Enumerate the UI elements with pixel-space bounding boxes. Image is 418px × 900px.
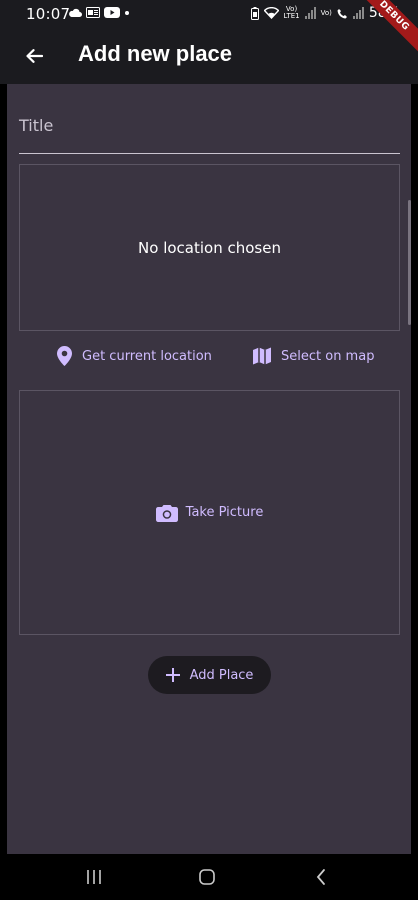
battery-saver-icon (250, 6, 259, 20)
signal-icon (304, 7, 316, 19)
system-nav-bar (0, 854, 418, 900)
back-button[interactable] (18, 40, 50, 72)
take-picture-button[interactable]: Take Picture (155, 504, 264, 522)
page-title: Add new place (78, 41, 233, 66)
recent-apps-button[interactable] (74, 862, 114, 892)
take-picture-label: Take Picture (185, 505, 264, 520)
status-bar: 10:07 Vo) LTE1 Vo) 58% (0, 0, 418, 28)
location-actions: Get current location Select on map (7, 341, 411, 371)
select-on-map-button[interactable]: Select on map (253, 341, 374, 371)
wifi-icon (263, 7, 279, 19)
news-icon (86, 7, 100, 18)
map-icon (253, 347, 271, 365)
location-preview-text: No location chosen (138, 238, 281, 257)
location-preview: No location chosen (19, 164, 400, 331)
camera-icon (155, 504, 178, 522)
call-icon (337, 8, 347, 18)
recent-apps-icon (87, 870, 101, 884)
cloud-icon (69, 8, 82, 17)
get-current-location-label: Get current location (82, 348, 212, 364)
back-nav-button[interactable] (301, 862, 341, 892)
select-on-map-label: Select on map (281, 348, 375, 364)
volte-indicator: Vo) LTE1 (283, 5, 300, 20)
status-notification-icons (68, 7, 130, 18)
add-place-label: Add Place (189, 667, 254, 683)
title-input[interactable]: Title (19, 108, 400, 154)
arrow-back-icon (26, 49, 43, 63)
dot-icon (125, 10, 129, 15)
signal2-icon (352, 7, 364, 19)
get-current-location-button[interactable]: Get current location (57, 341, 212, 371)
add-place-form: Title No location chosen Get current loc… (7, 84, 411, 854)
home-icon (199, 869, 215, 885)
scrollbar[interactable] (408, 200, 411, 325)
location-pin-icon (57, 346, 72, 366)
home-button[interactable] (187, 862, 227, 892)
volte2-indicator: Vo) (320, 8, 332, 17)
chevron-left-icon (316, 869, 325, 885)
add-place-button[interactable]: Add Place (148, 656, 271, 694)
image-preview: Take Picture (19, 390, 400, 635)
plus-icon (165, 668, 180, 682)
app-bar: Add new place (0, 28, 418, 84)
title-placeholder: Title (19, 116, 54, 135)
youtube-icon (104, 7, 120, 18)
status-time: 10:07 (26, 5, 71, 23)
